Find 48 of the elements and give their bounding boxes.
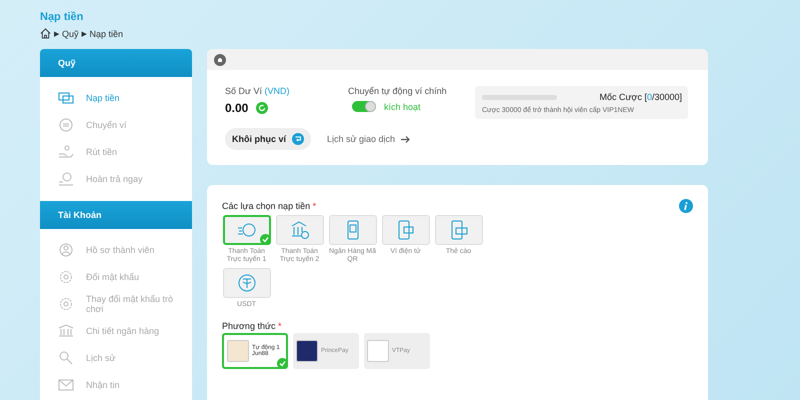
sidebar-section-header: Quỹ: [40, 49, 192, 77]
toggle-state-label: kích hoạt: [384, 102, 421, 112]
refresh-icon[interactable]: [256, 102, 268, 114]
section-label: Các lựa chọn nạp tiền *: [222, 201, 316, 211]
bell-icon: [214, 54, 226, 66]
breadcrumb-link[interactable]: Nạp tiền: [90, 28, 124, 38]
sidebar-item[interactable]: Lịch sử: [40, 344, 192, 371]
info-icon[interactable]: [679, 199, 693, 213]
sidebar-item[interactable]: Chi tiết ngân hàng: [40, 317, 192, 344]
wallet-icon: [396, 220, 416, 240]
gear-icon: [58, 296, 74, 310]
milestone-label: Mốc Cược [0/30000]: [600, 92, 682, 102]
sidebar-item[interactable]: Hoàn trả ngay: [40, 165, 192, 192]
arrow-right-icon[interactable]: [401, 136, 410, 142]
section-label: Phương thức *: [222, 321, 282, 331]
check-icon: [260, 234, 270, 245]
card-icon: [448, 220, 468, 240]
sidebar-item[interactable]: Chuyển ví: [40, 111, 192, 138]
restore-icon: [292, 133, 304, 145]
sidebar-item[interactable]: Thay đổi mật khẩu trò chơi: [40, 290, 192, 317]
sidebar-item[interactable]: Hồ sơ thành viên: [40, 236, 192, 263]
restore-wallet-button[interactable]: Khôi phục ví: [225, 128, 311, 150]
bank-icon: [58, 324, 74, 338]
sidebar-item[interactable]: Rút tiền: [40, 138, 192, 165]
sidebar-item[interactable]: Đổi mật khẩu: [40, 263, 192, 290]
balance-label: Số Dư Ví (VND): [225, 86, 291, 96]
home-icon[interactable]: [40, 28, 51, 39]
balance-value: 0.00: [225, 101, 248, 115]
transaction-history-link[interactable]: Lịch sử giao dịch: [327, 134, 396, 144]
toggle-switch[interactable]: [352, 101, 376, 112]
breadcrumb-link[interactable]: Quỹ: [62, 28, 79, 38]
usdt-icon: [236, 273, 256, 293]
sidebar-section-header: Tài Khoản: [40, 201, 192, 229]
deposit-option-tile[interactable]: [222, 215, 270, 245]
auto-transfer-label: Chuyển tự động ví chính: [348, 86, 448, 96]
logo-placeholder: [367, 340, 389, 362]
bank-icon: [290, 220, 310, 240]
cards-icon: [58, 90, 74, 104]
logo-placeholder: [227, 340, 249, 362]
mail-icon: [58, 378, 74, 392]
sidebar-item[interactable]: Nhận tin: [40, 371, 192, 398]
sidebar-item[interactable]: Nạp tiền: [40, 84, 192, 111]
search-icon: [58, 350, 74, 364]
user-icon: [58, 242, 74, 256]
page-title: Nạp tiền: [40, 11, 84, 23]
check-icon: [277, 358, 288, 369]
logo-placeholder: [296, 340, 318, 362]
gear-icon: [58, 270, 74, 284]
